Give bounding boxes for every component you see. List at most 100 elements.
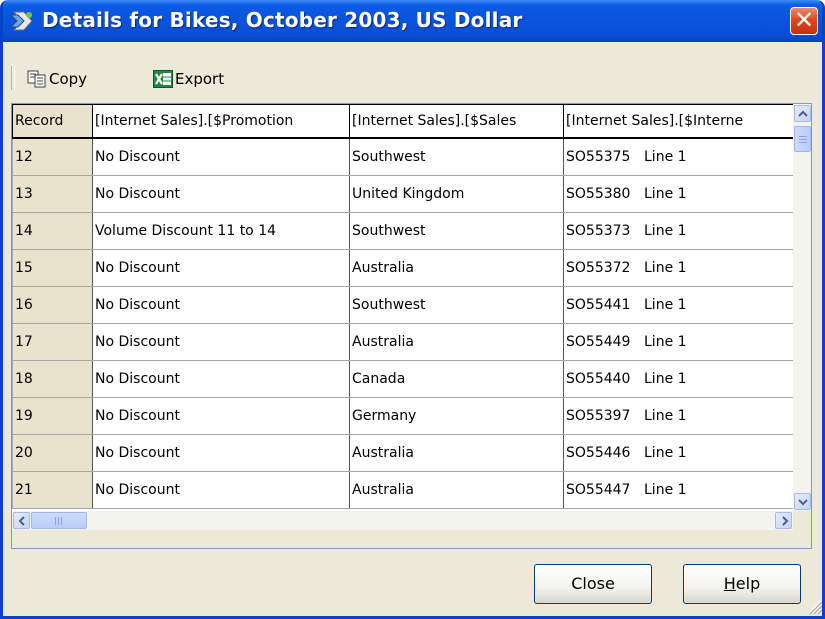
record-cell: 12 — [12, 137, 93, 176]
order-line: Line 1 — [644, 370, 687, 387]
order-number: SO55441 — [566, 296, 631, 313]
table-row[interactable]: 14 Volume Discount 11 to 14 Southwest SO… — [12, 211, 794, 250]
promotion-cell: No Discount — [92, 470, 350, 509]
order-cell: SO55449 Line 1 — [563, 322, 794, 361]
dialog-window: Details for Bikes, October 2003, US Doll… — [0, 0, 825, 619]
column-header-internet-sales-order[interactable]: [Internet Sales].[$Interne — [563, 104, 794, 139]
order-line: Line 1 — [644, 444, 687, 461]
table-row[interactable]: 21 No Discount Australia SO55447 Line 1 — [12, 470, 794, 509]
order-cell: SO55375 Line 1 — [563, 137, 794, 176]
details-grid[interactable]: Record [Internet Sales].[$Promotion [Int… — [11, 103, 812, 549]
grid-footer-area — [12, 530, 811, 548]
promotion-cell: No Discount — [92, 248, 350, 287]
table-row[interactable]: 13 No Discount United Kingdom SO55380 Lin… — [12, 174, 794, 213]
order-number: SO55440 — [566, 370, 631, 387]
toolbar: Copy Export — [3, 42, 822, 90]
excel-export-icon — [153, 70, 173, 88]
horizontal-scrollbar[interactable] — [12, 511, 793, 530]
record-cell: 13 — [12, 174, 93, 213]
toolbar-grip[interactable] — [11, 66, 15, 90]
record-cell: 21 — [12, 470, 93, 509]
promotion-cell: No Discount — [92, 396, 350, 435]
chevron-down-icon — [798, 499, 808, 506]
order-number: SO55375 — [566, 148, 631, 165]
export-button[interactable]: Export — [153, 68, 253, 90]
close-button[interactable]: Close — [534, 564, 652, 604]
order-number: SO55397 — [566, 407, 631, 424]
territory-cell: Southwest — [349, 285, 564, 324]
window-close-button[interactable]: ✕ — [790, 7, 818, 35]
column-header-promotion[interactable]: [Internet Sales].[$Promotion — [92, 104, 350, 139]
column-header-sales-territory[interactable]: [Internet Sales].[$Sales — [349, 104, 564, 139]
order-number: SO55373 — [566, 222, 631, 239]
territory-cell: Southwest — [349, 211, 564, 250]
order-cell: SO55397 Line 1 — [563, 396, 794, 435]
order-line: Line 1 — [644, 222, 687, 239]
chevron-right-icon — [782, 516, 789, 526]
order-cell: SO55441 Line 1 — [563, 285, 794, 324]
scroll-down-button[interactable] — [794, 493, 811, 510]
export-label: Export — [175, 70, 225, 88]
table-row[interactable]: 15 No Discount Australia SO55372 Line 1 — [12, 248, 794, 287]
promotion-cell: No Discount — [92, 137, 350, 176]
table-row[interactable]: 16 No Discount Southwest SO55441 Line 1 — [12, 285, 794, 324]
column-header-record[interactable]: Record — [12, 104, 93, 139]
order-line: Line 1 — [644, 148, 687, 165]
territory-cell: Canada — [349, 359, 564, 398]
record-cell: 16 — [12, 285, 93, 324]
record-cell: 14 — [12, 211, 93, 250]
help-mnemonic: H — [723, 574, 736, 593]
territory-cell: Southwest — [349, 137, 564, 176]
table-row[interactable]: 20 No Discount Australia SO55446 Line 1 — [12, 433, 794, 472]
order-line: Line 1 — [644, 185, 687, 202]
order-line: Line 1 — [644, 333, 687, 350]
territory-cell: Germany — [349, 396, 564, 435]
table-row[interactable]: 17 No Discount Australia SO55449 Line 1 — [12, 322, 794, 361]
scroll-left-button[interactable] — [13, 512, 30, 529]
territory-cell: Australia — [349, 433, 564, 472]
scroll-right-button[interactable] — [775, 512, 792, 529]
chevron-left-icon — [18, 516, 25, 526]
record-cell: 17 — [12, 322, 93, 361]
order-cell: SO55447 Line 1 — [563, 470, 794, 509]
order-cell: SO55372 Line 1 — [563, 248, 794, 287]
order-cell: SO55380 Line 1 — [563, 174, 794, 213]
title-bar[interactable]: Details for Bikes, October 2003, US Doll… — [3, 0, 822, 42]
table-row[interactable]: 12 No Discount Southwest SO55375 Line 1 — [12, 137, 794, 176]
copy-button[interactable]: Copy — [27, 68, 107, 90]
promotion-cell: No Discount — [92, 174, 350, 213]
vertical-scrollbar[interactable] — [793, 104, 811, 511]
drillthrough-icon — [10, 11, 33, 31]
record-cell: 20 — [12, 433, 93, 472]
promotion-cell: No Discount — [92, 322, 350, 361]
vertical-scroll-thumb[interactable] — [794, 126, 811, 152]
record-cell: 18 — [12, 359, 93, 398]
promotion-cell: No Discount — [92, 285, 350, 324]
close-icon: ✕ — [793, 6, 815, 34]
chevron-up-icon — [798, 110, 808, 117]
territory-cell: Australia — [349, 248, 564, 287]
copy-icon — [27, 70, 46, 88]
header-row: Record [Internet Sales].[$Promotion [Int… — [12, 104, 794, 139]
order-number: SO55447 — [566, 481, 631, 498]
promotion-cell: No Discount — [92, 433, 350, 472]
scrollbar-corner — [793, 511, 811, 530]
territory-cell: Australia — [349, 322, 564, 361]
promotion-cell: No Discount — [92, 359, 350, 398]
table-row[interactable]: 18 No Discount Canada SO55440 Line 1 — [12, 359, 794, 398]
resize-grip-icon[interactable] — [806, 598, 822, 614]
order-cell: SO55373 Line 1 — [563, 211, 794, 250]
horizontal-scroll-thumb[interactable] — [31, 512, 87, 529]
record-cell: 19 — [12, 396, 93, 435]
copy-label: Copy — [49, 70, 88, 88]
order-number: SO55372 — [566, 259, 631, 276]
order-line: Line 1 — [644, 296, 687, 313]
record-cell: 15 — [12, 248, 93, 287]
order-cell: SO55446 Line 1 — [563, 433, 794, 472]
order-number: SO55449 — [566, 333, 631, 350]
territory-cell: United Kingdom — [349, 174, 564, 213]
table-row[interactable]: 19 No Discount Germany SO55397 Line 1 — [12, 396, 794, 435]
scroll-up-button[interactable] — [794, 105, 811, 122]
order-number: SO55446 — [566, 444, 631, 461]
help-button[interactable]: Help — [683, 564, 801, 604]
